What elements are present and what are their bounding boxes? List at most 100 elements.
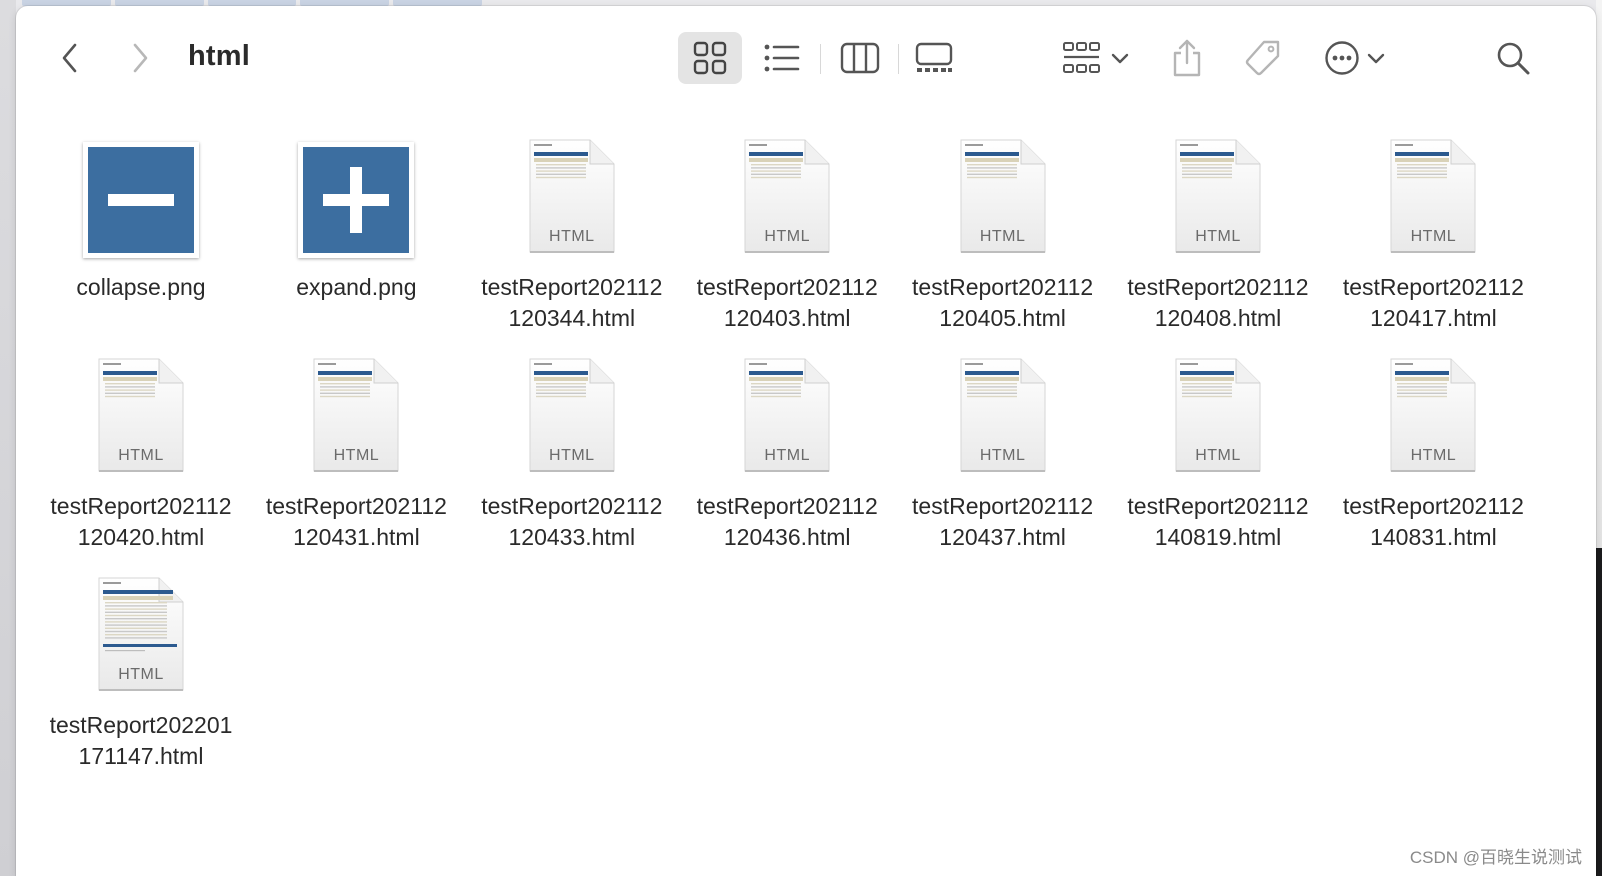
file-extension-label: HTML	[549, 447, 595, 464]
window-title: html	[188, 40, 251, 72]
html-document-icon: HTML	[1174, 357, 1262, 473]
file-item[interactable]: HTML testReport202112 120344.html	[465, 138, 679, 338]
html-document-icon: HTML	[743, 357, 831, 473]
toolbar-divider	[820, 44, 821, 74]
file-name: testReport202112 120431.html	[249, 491, 463, 553]
file-item[interactable]: HTML testReport202112 120436.html	[680, 357, 894, 557]
file-icon: HTML	[1174, 138, 1262, 254]
file-extension-label: HTML	[1410, 228, 1457, 245]
file-name-line: testReport202112	[912, 493, 1094, 519]
search-icon	[1497, 42, 1530, 75]
tag-button[interactable]	[1236, 32, 1290, 84]
tag-icon	[1245, 40, 1280, 76]
file-item[interactable]: HTML testReport202112 120433.html	[465, 357, 679, 557]
file-name-line: expand.png	[296, 274, 417, 300]
file-name: testReport202112 120433.html	[465, 491, 679, 553]
file-item[interactable]: HTML testReport202112 120420.html	[34, 357, 248, 557]
file-name-line: testReport202201	[49, 712, 233, 738]
file-name-line: testReport202112	[1342, 274, 1524, 300]
file-name-line: testReport202112	[50, 493, 232, 519]
icon-view-icon	[693, 41, 727, 75]
file-name-line: 140819.html	[1154, 524, 1282, 550]
file-name-line: testReport202112	[696, 274, 878, 300]
toolbar-divider	[898, 44, 899, 74]
file-icon: HTML	[97, 357, 185, 473]
file-name-line: testReport202112	[1127, 493, 1309, 519]
share-icon	[1173, 39, 1201, 77]
file-icon: HTML	[528, 357, 616, 473]
background-window-edge	[1596, 0, 1602, 876]
html-document-icon: HTML	[1389, 138, 1477, 254]
file-icon: HTML	[959, 138, 1047, 254]
gallery-view-button[interactable]	[906, 32, 962, 84]
file-item[interactable]: HTML testReport202201 171147.html	[34, 576, 248, 776]
file-name-line: 120344.html	[508, 305, 636, 331]
file-icon	[83, 142, 199, 258]
file-name-line: testReport202112	[1342, 493, 1524, 519]
file-name: testReport202112 140819.html	[1111, 491, 1325, 553]
file-name: testReport202112 140831.html	[1326, 491, 1540, 553]
file-item[interactable]: HTML testReport202112 120403.html	[680, 138, 894, 338]
file-name-line: testReport202112	[481, 274, 663, 300]
file-name-line: testReport202112	[912, 274, 1094, 300]
file-icon: HTML	[528, 138, 616, 254]
forward-button[interactable]	[116, 32, 164, 84]
file-icon: HTML	[743, 138, 831, 254]
group-menu-button[interactable]	[1056, 32, 1136, 84]
file-item[interactable]: collapse.png	[34, 138, 248, 338]
file-name-line: 120431.html	[293, 524, 420, 550]
file-item[interactable]: HTML testReport202112 120417.html	[1326, 138, 1540, 338]
file-item[interactable]: HTML testReport202112 120437.html	[896, 357, 1110, 557]
finder-window: html collapse.png expand.png HTML testRe…	[16, 6, 1596, 876]
html-document-icon: HTML	[1174, 138, 1262, 254]
file-name-line: 120437.html	[939, 524, 1066, 550]
share-button[interactable]	[1160, 32, 1214, 84]
file-item[interactable]: HTML testReport202112 120408.html	[1111, 138, 1325, 338]
file-icon: HTML	[1389, 138, 1477, 254]
column-view-button[interactable]	[832, 32, 888, 84]
file-icon: HTML	[312, 357, 400, 473]
file-item[interactable]: expand.png	[249, 138, 463, 338]
list-view-button[interactable]	[754, 32, 810, 84]
more-actions-button[interactable]	[1318, 32, 1392, 84]
html-document-icon: HTML	[959, 357, 1047, 473]
chevron-right-icon	[133, 43, 148, 73]
file-name: testReport202112 120437.html	[896, 491, 1110, 553]
icon-view-button[interactable]	[678, 32, 742, 84]
file-extension-label: HTML	[1195, 447, 1241, 464]
file-name-line: 120403.html	[723, 305, 851, 331]
file-name-line: collapse.png	[76, 274, 206, 300]
file-extension-label: HTML	[979, 228, 1026, 245]
file-icon	[298, 142, 415, 258]
file-name: testReport202112 120408.html	[1111, 272, 1325, 334]
collapse-image-icon	[83, 142, 199, 258]
html-document-icon: HTML	[312, 357, 400, 473]
file-extension-label: HTML	[118, 447, 164, 464]
file-name-line: 120420.html	[77, 524, 205, 550]
chevron-down-icon	[1111, 53, 1129, 64]
file-name: collapse.png	[34, 272, 248, 303]
toolbar: html	[16, 6, 1596, 106]
file-name: testReport202112 120344.html	[465, 272, 679, 334]
html-document-icon: HTML	[528, 138, 616, 254]
file-extension-label: HTML	[333, 447, 380, 464]
file-name-line: 120433.html	[508, 524, 636, 550]
expand-image-icon	[298, 142, 415, 258]
ellipsis-circle-icon	[1325, 41, 1359, 75]
file-item[interactable]: HTML testReport202112 120405.html	[896, 138, 1110, 338]
file-extension-label: HTML	[979, 447, 1026, 464]
html-document-icon: HTML	[959, 138, 1047, 254]
file-extension-label: HTML	[549, 228, 595, 245]
file-icon: HTML	[1389, 357, 1477, 473]
file-extension-label: HTML	[1410, 447, 1457, 464]
watermark: CSDN @百晓生说测试	[1409, 848, 1582, 867]
back-button[interactable]	[46, 32, 94, 84]
file-name: testReport202201 171147.html	[34, 710, 248, 772]
file-name-line: 171147.html	[78, 743, 204, 769]
file-item[interactable]: HTML testReport202112 120431.html	[249, 357, 463, 557]
file-item[interactable]: HTML testReport202112 140819.html	[1111, 357, 1325, 557]
file-item[interactable]: HTML testReport202112 140831.html	[1326, 357, 1540, 557]
html-document-icon: HTML	[743, 138, 831, 254]
search-button[interactable]	[1486, 32, 1540, 84]
file-name-line: testReport202112	[265, 493, 447, 519]
